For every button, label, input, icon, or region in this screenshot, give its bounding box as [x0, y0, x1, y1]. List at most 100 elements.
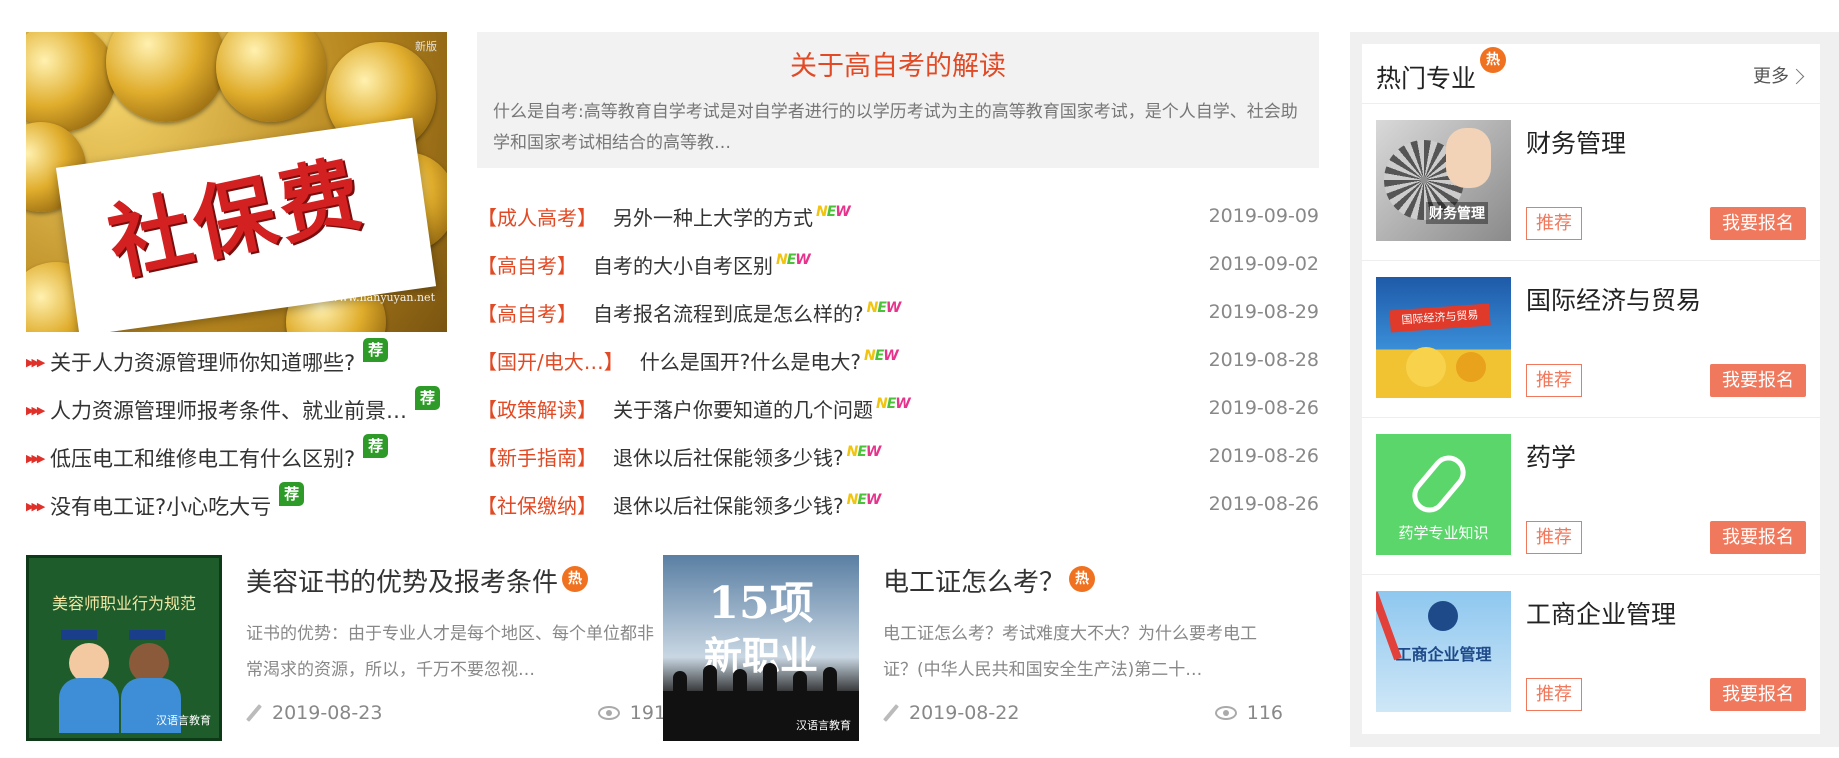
arrow-icon: ▶▶▶	[26, 499, 45, 513]
card-desc: 电工证怎么考？考试难度大不大？为什么要考电工证？(中华人民共和国安全生产法)第二…	[883, 624, 1257, 680]
news-row[interactable]: 【高自考】 自考报名流程到底是怎么样的? NEW 2019-08-29	[477, 288, 1319, 336]
program-item[interactable]: 国际经济与贸易 国际经济与贸易 推荐 我要报名	[1362, 261, 1820, 418]
list-item-title[interactable]: 关于人力资源管理师你知道哪些?	[50, 347, 355, 377]
new-badge-icon: NEW	[776, 252, 811, 268]
card-views: 191	[629, 702, 666, 724]
card-image-electric[interactable]: 15项 新职业 汉语言教育	[663, 555, 859, 741]
card-image-text: 美容师职业行为规范	[51, 594, 196, 613]
card-image-text: 15项	[708, 578, 814, 629]
card-image-caption: 汉语言教育	[796, 719, 851, 732]
new-badge-icon: NEW	[846, 492, 882, 508]
news-title[interactable]: 关于落户你要知道的几个问题	[613, 394, 873, 423]
arrow-icon: ▶▶▶	[26, 451, 45, 465]
card-desc: 证书的优势：由于专业人才是每个地区、每个单位都非常渴求的资源，所以，千万不要忽视…	[246, 624, 654, 680]
arrow-icon: ▶▶▶	[26, 403, 45, 417]
recommend-badge-icon: 荐	[279, 482, 305, 506]
eye-icon	[597, 706, 620, 720]
new-badge-icon: NEW	[863, 348, 899, 364]
program-thumbnail[interactable]: 工商企业管理	[1376, 591, 1511, 712]
featured-image[interactable]: 社保费 www.hanyuyan.net 新版	[26, 32, 447, 332]
card-image-beauty[interactable]: 美容师职业行为规范 汉语言教育	[26, 555, 222, 741]
news-row[interactable]: 【成人高考】 另外一种上大学的方式 NEW 2019-09-09	[477, 192, 1319, 240]
popular-programs-sidebar: 热门专业 热 更多 财务管理 财务管理 推荐 我要报名 国际经济与贸易 国际经济…	[1362, 44, 1820, 734]
recommend-badge-icon: 荐	[415, 386, 440, 410]
card-meta: 2019-08-23 191	[246, 702, 666, 724]
news-row[interactable]: 【国开/电大…】 什么是国开?什么是电大? NEW 2019-08-28	[477, 336, 1319, 384]
list-item-title[interactable]: 没有电工证?小心吃大亏	[50, 491, 271, 521]
news-date: 2019-08-26	[1208, 493, 1319, 515]
intro-text: 什么是自考:高等教育自学考试是对自学者进行的以学历考试为主的高等教育国家考试，是…	[493, 102, 1298, 153]
thumbnail-text: 药学专业知识	[1398, 524, 1489, 542]
list-item[interactable]: ▶▶▶ 人力资源管理师报考条件、就业前景… 荐	[26, 386, 446, 434]
featured-watermark-tag: 新版	[415, 40, 437, 53]
recommend-button[interactable]: 推荐	[1526, 364, 1582, 397]
list-item-title[interactable]: 人力资源管理师报考条件、就业前景…	[50, 395, 407, 425]
news-row[interactable]: 【政策解读】 关于落户你要知道的几个问题 NEW 2019-08-26	[477, 384, 1319, 432]
pencil-icon	[246, 705, 262, 721]
news-title[interactable]: 自考的大小自考区别	[593, 250, 773, 279]
news-date: 2019-09-02	[1208, 253, 1319, 275]
arrow-icon: ▶▶▶	[26, 355, 45, 369]
program-item[interactable]: 工商企业管理 工商企业管理 推荐 我要报名	[1362, 575, 1820, 732]
program-item[interactable]: 药学专业知识 药学 推荐 我要报名	[1362, 418, 1820, 575]
news-category[interactable]: 【政策解读】	[477, 394, 597, 423]
program-name[interactable]: 国际经济与贸易	[1526, 281, 1701, 317]
news-title[interactable]: 什么是国开?什么是电大?	[640, 346, 861, 375]
program-name[interactable]: 工商企业管理	[1526, 595, 1676, 631]
news-category[interactable]: 【高自考】	[477, 250, 577, 279]
news-row[interactable]: 【社保缴纳】 退休以后社保能领多少钱? NEW 2019-08-26	[477, 480, 1319, 528]
news-row[interactable]: 【高自考】 自考的大小自考区别 NEW 2019-09-02	[477, 240, 1319, 288]
featured-watermark: www.hanyuyan.net	[329, 291, 435, 304]
news-row[interactable]: 【新手指南】 退休以后社保能领多少钱? NEW 2019-08-26	[477, 432, 1319, 480]
news-date: 2019-09-09	[1208, 205, 1319, 227]
hot-badge-icon: 热	[1480, 47, 1507, 73]
thumbnail-text: 财务管理	[1426, 202, 1488, 224]
news-category[interactable]: 【新手指南】	[477, 442, 597, 471]
recommend-badge-icon: 荐	[363, 338, 389, 362]
news-title[interactable]: 自考报名流程到底是怎么样的?	[593, 298, 864, 327]
recommend-button[interactable]: 推荐	[1526, 521, 1582, 554]
card-title[interactable]: 电工证怎么考？热	[883, 562, 1283, 600]
more-link[interactable]: 更多	[1753, 62, 1802, 88]
program-thumbnail[interactable]: 国际经济与贸易	[1376, 277, 1511, 398]
register-button[interactable]: 我要报名	[1710, 678, 1806, 711]
news-date: 2019-08-26	[1208, 445, 1319, 467]
new-badge-icon: NEW	[846, 444, 882, 460]
program-item[interactable]: 财务管理 财务管理 推荐 我要报名	[1362, 104, 1820, 261]
list-item[interactable]: ▶▶▶ 没有电工证?小心吃大亏 荐	[26, 482, 446, 530]
program-name[interactable]: 财务管理	[1526, 124, 1626, 160]
news-date: 2019-08-26	[1208, 397, 1319, 419]
recommend-button[interactable]: 推荐	[1526, 678, 1582, 711]
program-name[interactable]: 药学	[1526, 438, 1576, 474]
card-date: 2019-08-22	[909, 702, 1020, 724]
register-button[interactable]: 我要报名	[1710, 521, 1806, 554]
intro-title[interactable]: 关于高自考的解读	[493, 44, 1303, 83]
program-thumbnail[interactable]: 财务管理	[1376, 120, 1511, 241]
news-title[interactable]: 退休以后社保能领多少钱?	[613, 490, 844, 519]
news-title[interactable]: 另外一种上大学的方式	[613, 202, 813, 231]
register-button[interactable]: 我要报名	[1710, 207, 1806, 240]
recommend-badge-icon: 荐	[363, 434, 389, 458]
news-category[interactable]: 【高自考】	[477, 298, 577, 327]
recommend-button[interactable]: 推荐	[1526, 207, 1582, 240]
sidebar-header: 热门专业 热 更多	[1362, 44, 1820, 104]
list-item[interactable]: ▶▶▶ 关于人力资源管理师你知道哪些? 荐	[26, 338, 446, 386]
card-title[interactable]: 美容证书的优势及报考条件热	[246, 562, 666, 600]
list-item[interactable]: ▶▶▶ 低压电工和维修电工有什么区别? 荐	[26, 434, 446, 482]
card-beauty: 美容证书的优势及报考条件热 证书的优势：由于专业人才是每个地区、每个单位都非常渴…	[246, 562, 666, 724]
news-title[interactable]: 退休以后社保能领多少钱?	[613, 442, 844, 471]
news-category[interactable]: 【成人高考】	[477, 202, 597, 231]
program-thumbnail[interactable]: 药学专业知识	[1376, 434, 1511, 555]
news-list: 【成人高考】 另外一种上大学的方式 NEW 2019-09-09 【高自考】 自…	[477, 192, 1319, 528]
new-badge-icon: NEW	[876, 396, 911, 412]
news-date: 2019-08-29	[1208, 301, 1319, 323]
news-category[interactable]: 【国开/电大…】	[477, 346, 624, 375]
card-date: 2019-08-23	[272, 702, 383, 724]
list-item-title[interactable]: 低压电工和维修电工有什么区别?	[50, 443, 355, 473]
card-views: 116	[1246, 702, 1283, 724]
register-button[interactable]: 我要报名	[1710, 364, 1806, 397]
news-category[interactable]: 【社保缴纳】	[477, 490, 597, 519]
hot-badge-icon: 热	[562, 566, 589, 592]
new-badge-icon: NEW	[866, 300, 902, 316]
pencil-icon	[883, 705, 899, 721]
